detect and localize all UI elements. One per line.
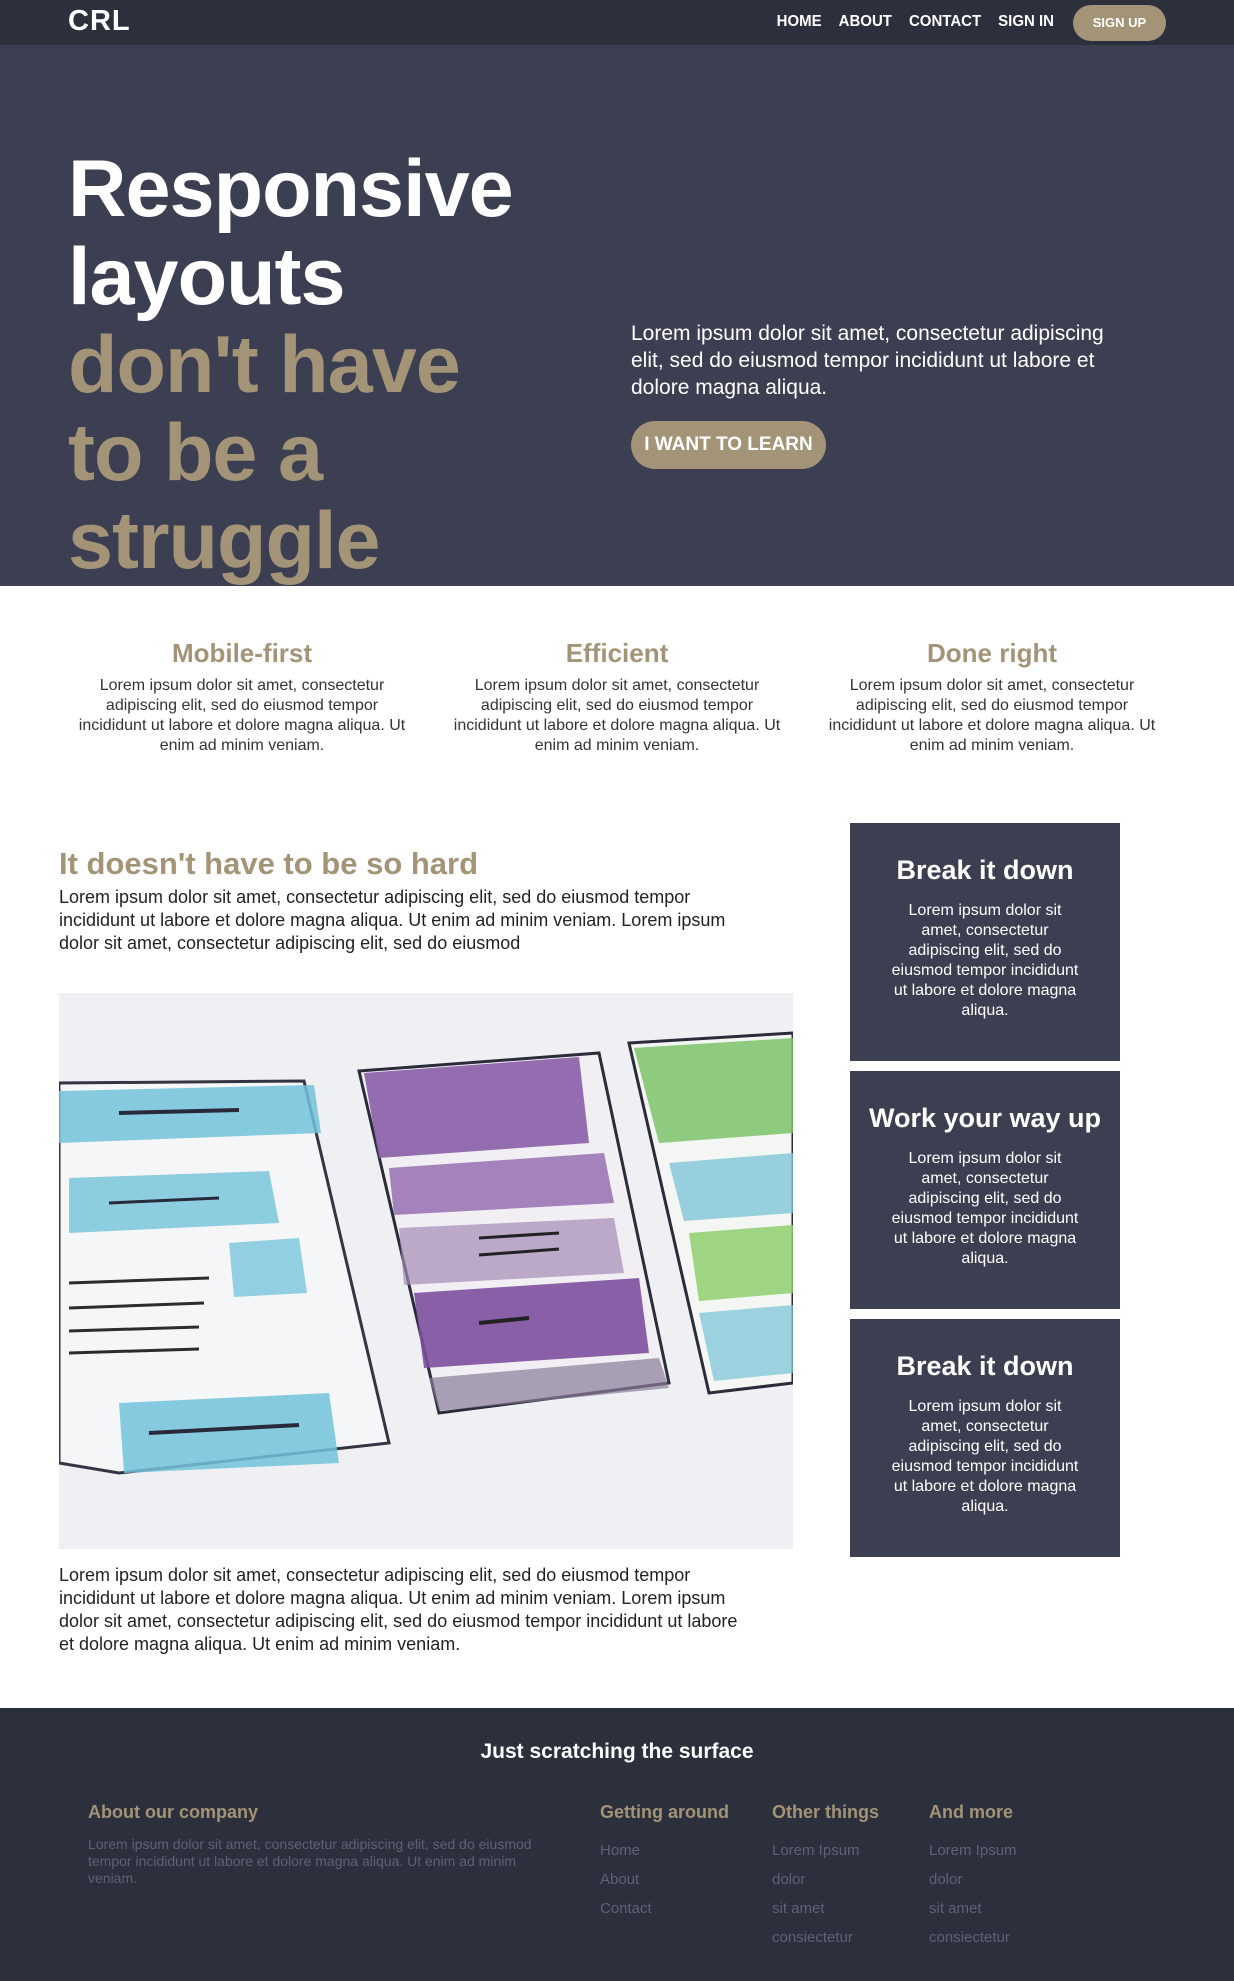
- card-break-it-down: Break it down Lorem ipsum dolor sit amet…: [850, 823, 1120, 1061]
- card-text: Lorem ipsum dolor sit amet, consectetur …: [891, 1150, 1079, 1267]
- hero-title-accent: don't have to be a struggle: [68, 320, 461, 586]
- feature-efficient: Efficient Lorem ipsum dolor sit amet, co…: [447, 636, 787, 756]
- feature-mobile-first: Mobile-first Lorem ipsum dolor sit amet,…: [72, 636, 412, 756]
- footer-link[interactable]: dolor: [772, 1865, 879, 1894]
- footer-about: About our company Lorem ipsum dolor sit …: [88, 1800, 533, 1887]
- footer-link-about[interactable]: About: [600, 1865, 729, 1894]
- main-title: It doesn't have to be so hard: [59, 846, 479, 881]
- card-text: Lorem ipsum dolor sit amet, consectetur …: [891, 1398, 1079, 1515]
- footer-link[interactable]: dolor: [929, 1865, 1017, 1894]
- footer-col-getting-around: Getting around Home About Contact: [600, 1800, 729, 1923]
- feature-title: Mobile-first: [171, 638, 313, 668]
- footer-about-text: Lorem ipsum dolor sit amet, consectetur …: [88, 1836, 532, 1886]
- nav-link-about[interactable]: ABOUT: [839, 12, 892, 33]
- card-work-your-way-up: Work your way up Lorem ipsum dolor sit a…: [850, 1071, 1120, 1309]
- footer-col-and-more: And more Lorem Ipsum dolor sit amet cons…: [929, 1800, 1017, 1952]
- footer-col-title: Other things: [772, 1802, 879, 1822]
- footer-link[interactable]: consiectetur: [929, 1923, 1017, 1952]
- footer-link[interactable]: consiectetur: [772, 1923, 879, 1952]
- nav-link-contact[interactable]: CONTACT: [909, 12, 981, 33]
- feature-title: Done right: [927, 638, 1057, 668]
- footer-link[interactable]: sit amet: [772, 1894, 879, 1923]
- hero-title: Responsive layouts don't have to be a st…: [68, 145, 548, 585]
- top-nav: CRL HOME ABOUT CONTACT SIGN IN SIGN UP: [0, 0, 1234, 45]
- main-paragraph-2: Lorem ipsum dolor sit amet, consectetur …: [59, 1565, 738, 1654]
- footer-link-home[interactable]: Home: [600, 1836, 729, 1865]
- hero-text: Lorem ipsum dolor sit amet, consectetur …: [631, 322, 1104, 399]
- feature-text: Lorem ipsum dolor sit amet, consectetur …: [453, 677, 781, 754]
- feature-done-right: Done right Lorem ipsum dolor sit amet, c…: [822, 636, 1162, 756]
- card-text: Lorem ipsum dolor sit amet, consectetur …: [891, 902, 1079, 1019]
- nav-link-sign-in[interactable]: SIGN IN: [998, 12, 1054, 33]
- logo[interactable]: CRL: [68, 5, 131, 38]
- wireframe-sketch-image: [59, 993, 793, 1549]
- footer-col-title: And more: [929, 1802, 1014, 1822]
- footer-about-title: About our company: [88, 1802, 258, 1822]
- hero-title-white: Responsive layouts: [68, 144, 514, 322]
- footer-link[interactable]: Lorem Ipsum: [929, 1836, 1017, 1865]
- feature-text: Lorem ipsum dolor sit amet, consectetur …: [828, 677, 1156, 754]
- card-title: Work your way up: [868, 1103, 1102, 1133]
- footer-link[interactable]: sit amet: [929, 1894, 1017, 1923]
- main-paragraph-1: Lorem ipsum dolor sit amet, consectetur …: [59, 887, 726, 953]
- footer-link[interactable]: Lorem Ipsum: [772, 1836, 879, 1865]
- feature-title: Efficient: [565, 638, 669, 668]
- card-break-it-down-2: Break it down Lorem ipsum dolor sit amet…: [850, 1319, 1120, 1557]
- nav-link-home[interactable]: HOME: [777, 12, 822, 33]
- footer-title: Just scratching the surface: [480, 1740, 754, 1763]
- sign-up-button[interactable]: SIGN UP: [1073, 5, 1166, 41]
- footer-link-contact[interactable]: Contact: [600, 1894, 729, 1923]
- hero-section: Responsive layouts don't have to be a st…: [0, 45, 1234, 586]
- card-title: Break it down: [896, 1351, 1074, 1381]
- footer-col-other-things: Other things Lorem Ipsum dolor sit amet …: [772, 1800, 879, 1952]
- nav-links: HOME ABOUT CONTACT SIGN IN: [760, 12, 1054, 32]
- feature-text: Lorem ipsum dolor sit amet, consectetur …: [78, 677, 406, 754]
- footer: Just scratching the surface About our co…: [0, 1708, 1234, 1981]
- learn-button[interactable]: I WANT TO LEARN: [631, 421, 826, 469]
- card-title: Break it down: [896, 855, 1074, 885]
- footer-col-title: Getting around: [600, 1802, 729, 1822]
